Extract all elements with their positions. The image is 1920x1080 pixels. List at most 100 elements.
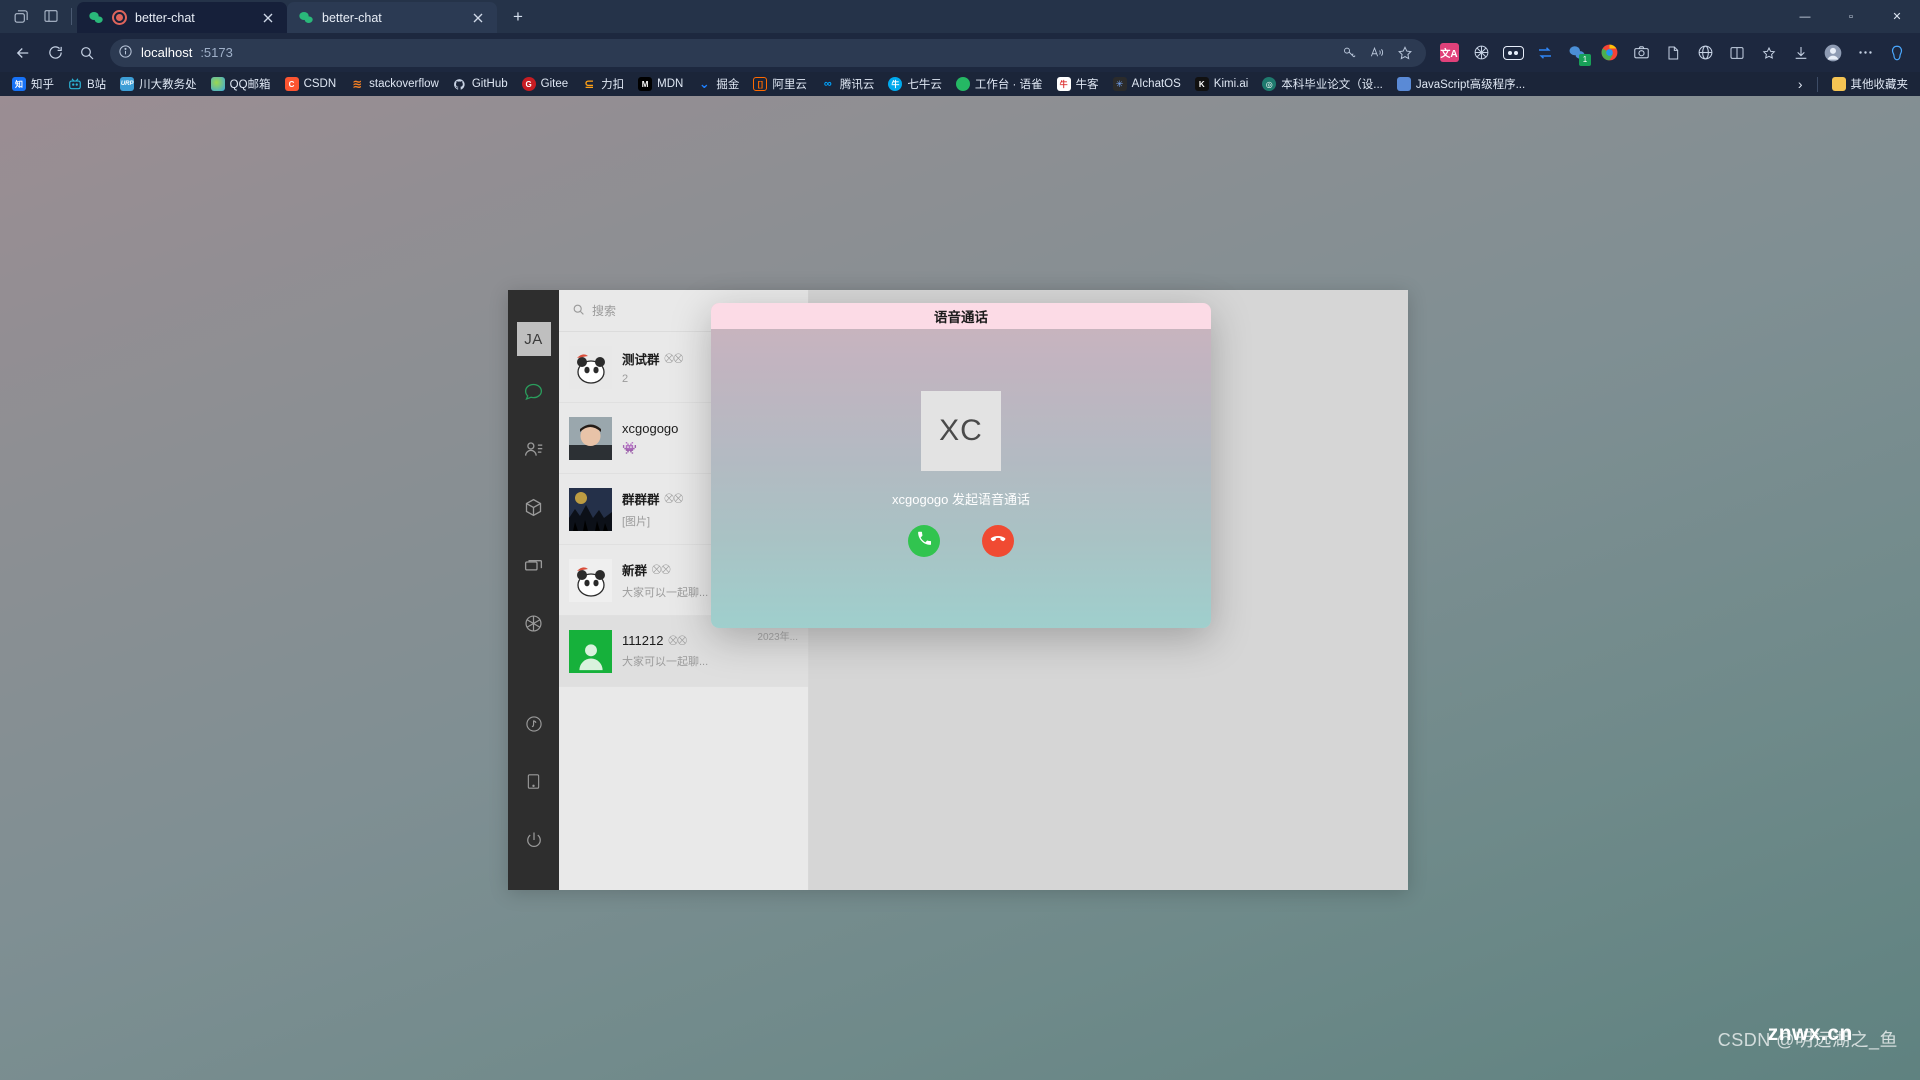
browser-tab-1[interactable]: better-chat — [77, 2, 287, 33]
bookmark-item[interactable]: ⌄ 掘金 — [691, 74, 745, 94]
downloads-icon[interactable] — [1786, 38, 1816, 68]
back-arrow-icon[interactable] — [8, 38, 38, 68]
bookmark-item[interactable]: ≋ stackoverflow — [344, 75, 445, 93]
globe-icon[interactable] — [1690, 38, 1720, 68]
window-controls: — ▫ ✕ — [1782, 0, 1920, 33]
bookmark-item[interactable]: M MDN — [632, 75, 689, 93]
bookmark-item[interactable]: 工作台 · 语雀 — [950, 74, 1049, 94]
list-item-text: 111212 ⛒⛒ 大家可以一起聊... — [622, 633, 747, 669]
document-icon[interactable] — [1658, 38, 1688, 68]
bookmarks-overflow-button[interactable]: › — [1792, 74, 1809, 94]
bookmark-favicon-icon — [1396, 77, 1411, 91]
bookmark-item[interactable]: QQ邮箱 — [205, 74, 277, 94]
bookmark-label: Gitee — [540, 78, 569, 90]
bookmark-item[interactable]: G Gitee — [516, 75, 575, 93]
bookmark-label: AIchatOS — [1131, 78, 1181, 90]
close-icon[interactable] — [257, 7, 279, 29]
bookmark-item[interactable]: ◎ 本科毕业论文（设... — [1256, 74, 1389, 94]
bookmark-label: QQ邮箱 — [229, 79, 271, 91]
bookmark-item[interactable]: ✳ AIchatOS — [1107, 75, 1187, 93]
chat-name: 111212 ⛒⛒ — [622, 633, 747, 648]
close-window-button[interactable]: ✕ — [1874, 0, 1920, 33]
wechat-icon[interactable]: 1 — [1562, 38, 1592, 68]
maximize-button[interactable]: ▫ — [1828, 0, 1874, 33]
bookmark-item[interactable]: 牛牛客 — [1051, 74, 1105, 94]
tab-label: better-chat — [135, 10, 195, 25]
translate-icon[interactable]: 文A — [1434, 38, 1464, 68]
bookmark-item[interactable]: ⊆ 力扣 — [576, 74, 630, 94]
other-favorites-button[interactable]: 其他收藏夹 — [1826, 74, 1915, 94]
accept-call-button[interactable] — [908, 525, 940, 557]
address-bar[interactable]: localhost :5173 — [110, 38, 1426, 67]
settings-more-icon[interactable] — [1850, 38, 1880, 68]
browser-tab-2[interactable]: better-chat — [287, 2, 497, 33]
minimize-button[interactable]: — — [1782, 0, 1828, 33]
music-note-icon — [524, 714, 544, 739]
watermark-overlay: znwx.cn — [1767, 1022, 1853, 1045]
stray-text: ; — [1459, 682, 1463, 697]
sidebar-item-mobile[interactable] — [514, 764, 554, 804]
sidebar-item-music[interactable] — [514, 706, 554, 746]
power-icon — [524, 830, 544, 855]
bookmark-item[interactable]: B站 — [62, 74, 112, 94]
decline-call-button[interactable] — [982, 525, 1014, 557]
bookmark-item[interactable]: 知知乎 — [6, 74, 60, 94]
bookmark-item[interactable]: 牛七牛云 — [882, 74, 948, 94]
copilot-icon[interactable] — [1882, 38, 1912, 68]
chat-title: 群群群 — [622, 493, 660, 507]
chrome-icon[interactable] — [1594, 38, 1624, 68]
search-icon[interactable] — [72, 38, 102, 68]
new-tab-button[interactable]: + — [503, 3, 533, 31]
read-aloud-icon[interactable] — [1364, 40, 1390, 66]
bookmark-item[interactable]: JavaScript高级程序... — [1391, 74, 1531, 94]
bookmark-favicon-icon: URP — [120, 77, 135, 91]
bookmark-label: CSDN — [303, 78, 337, 90]
close-icon[interactable] — [467, 7, 489, 29]
tab-actions-icon[interactable] — [36, 1, 66, 31]
profile-icon[interactable] — [1818, 38, 1848, 68]
sidebar-item-chat[interactable] — [514, 374, 554, 414]
extension-icon[interactable] — [1466, 38, 1496, 68]
screenshot-icon[interactable] — [1626, 38, 1656, 68]
tab-strip: better-chat better-chat + — ▫ ✕ — [0, 0, 1920, 33]
phone-hangup-icon — [989, 530, 1007, 553]
bookmark-label: GitHub — [471, 78, 508, 90]
sidebar-item-contacts[interactable] — [514, 432, 554, 472]
bookmarks-bar: 知知乎 B站 URP 川大教务处 QQ邮箱 C CSDN ≋ stackoverflo… — [0, 72, 1920, 96]
bookmark-favicon-icon — [210, 77, 225, 91]
key-icon[interactable] — [1336, 40, 1362, 66]
bookmark-label: B站 — [87, 79, 107, 91]
bookmark-item[interactable]: URP 川大教务处 — [114, 74, 203, 94]
tab-search-icon[interactable] — [6, 1, 36, 31]
bookmark-favicon-icon: ◎ — [1262, 77, 1277, 91]
avatar[interactable]: JA — [516, 322, 551, 356]
sync-icon[interactable] — [1530, 38, 1560, 68]
chat-title: 111212 — [622, 633, 664, 648]
sidebar-item-files[interactable] — [514, 548, 554, 588]
bookmark-item[interactable]: [] 阿里云 — [747, 74, 813, 94]
chat-time: 2023年... — [757, 632, 798, 643]
recording-indicator-icon — [112, 10, 127, 25]
bookmark-favicon-icon: C — [284, 77, 299, 91]
favorite-star-icon[interactable] — [1392, 40, 1418, 66]
call-status-text: xcgogogo 发起语音通话 — [892, 492, 1030, 507]
refresh-icon[interactable] — [40, 38, 70, 68]
avatar — [569, 629, 612, 673]
avatar — [569, 558, 612, 602]
bookmark-item[interactable]: K Kimi.ai — [1189, 75, 1255, 93]
csdn-watermark: CSDN @明远湖之_鱼 znwx.cn — [1718, 1022, 1898, 1052]
sidebar-item-logout[interactable] — [514, 822, 554, 862]
bookmark-item[interactable]: GitHub — [447, 75, 514, 93]
oo-icon[interactable] — [1498, 38, 1528, 68]
phone-icon — [916, 530, 933, 552]
collections-icon[interactable] — [1754, 38, 1784, 68]
sidebar-item-collections[interactable] — [514, 490, 554, 530]
bookmark-label: 川大教务处 — [139, 79, 197, 91]
split-screen-icon[interactable] — [1722, 38, 1752, 68]
sidebar-item-discover[interactable] — [514, 606, 554, 646]
site-info-icon[interactable] — [118, 44, 133, 62]
call-actions — [908, 525, 1014, 557]
bookmark-label: Kimi.ai — [1213, 78, 1249, 90]
bookmark-item[interactable]: C CSDN — [279, 75, 343, 93]
bookmark-item[interactable]: ∞ 腾讯云 — [815, 74, 881, 94]
